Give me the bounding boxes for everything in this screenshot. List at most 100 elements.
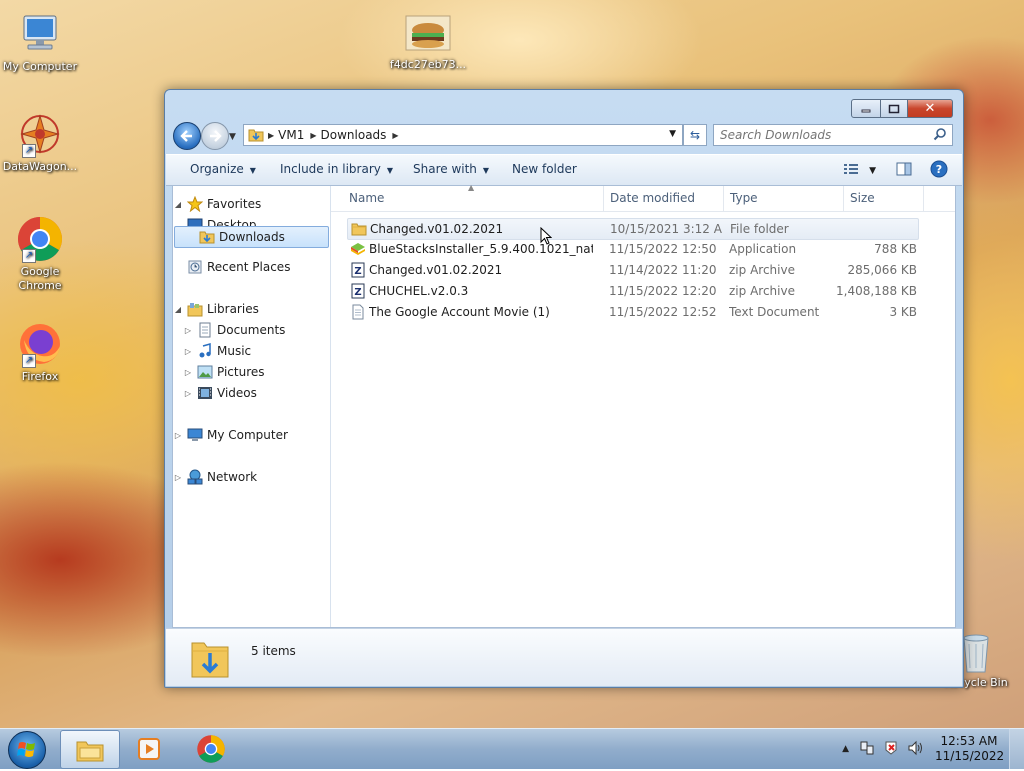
application-icon xyxy=(350,241,366,257)
file-row[interactable]: The Google Account Movie (1) 11/15/2022 … xyxy=(347,302,917,322)
column-headers: ▲ Name Date modified Type Size xyxy=(331,183,955,212)
nav-documents[interactable]: ▷ Documents xyxy=(183,320,285,340)
explorer-body: ◢ Favorites Desktop Downloads Recent Pla… xyxy=(172,183,956,628)
nav-pictures[interactable]: ▷ Pictures xyxy=(183,362,265,382)
breadcrumb-vm1[interactable]: VM1 xyxy=(274,128,310,142)
shortcut-arrow-icon: ↗ xyxy=(22,144,36,158)
downloads-folder-large-icon xyxy=(190,637,230,682)
search-input[interactable] xyxy=(714,127,932,143)
change-view-icon[interactable] xyxy=(843,163,859,178)
column-header-date-modified[interactable]: Date modified xyxy=(610,191,695,205)
navigation-pane[interactable]: ◢ Favorites Desktop Downloads Recent Pla… xyxy=(173,186,331,627)
view-options-chevron-icon[interactable]: ▼ xyxy=(869,166,876,176)
back-button[interactable] xyxy=(173,122,201,150)
desktop-icon-datawagon[interactable]: ↗ DataWagon... xyxy=(0,110,80,174)
chevron-down-icon: ▼ xyxy=(482,166,490,175)
column-divider[interactable] xyxy=(843,186,844,211)
taskbar-chrome-button[interactable] xyxy=(182,730,240,767)
file-row[interactable]: Changed.v01.02.2021 10/15/2021 3:12 AM F… xyxy=(347,218,919,240)
include-in-library-button[interactable]: Include in library ▼ xyxy=(280,162,393,176)
maximize-button[interactable] xyxy=(881,99,908,118)
nav-downloads[interactable]: Downloads xyxy=(174,226,329,248)
svg-text:?: ? xyxy=(936,163,942,176)
nav-music[interactable]: ▷ Music xyxy=(183,341,251,361)
search-box[interactable] xyxy=(713,124,953,146)
forward-arrow-icon xyxy=(210,130,222,142)
file-explorer-icon xyxy=(76,741,104,761)
column-header-size[interactable]: Size xyxy=(850,191,875,205)
file-row[interactable]: Z Changed.v01.02.2021 11/14/2022 11:20 .… xyxy=(347,260,917,280)
expand-triangle-icon[interactable]: ▷ xyxy=(173,473,183,482)
desktop-icon-google-chrome[interactable]: ↗ Google Chrome xyxy=(0,215,80,293)
desktop-icon-my-computer[interactable]: My Computer xyxy=(0,10,80,74)
nav-videos[interactable]: ▷ Videos xyxy=(183,383,257,403)
forward-button[interactable] xyxy=(201,122,229,150)
explorer-window[interactable]: ✕ ▼ ▶ VM1 ▶ Downloads ▶ ▼ ⇆ Search Downl… xyxy=(164,89,964,688)
nav-label: Documents xyxy=(217,323,286,337)
nav-recent-places[interactable]: Recent Places xyxy=(183,257,290,277)
volume-icon[interactable] xyxy=(907,740,925,759)
share-with-button[interactable]: Share with ▼ xyxy=(413,162,489,176)
breadcrumb-separator-icon[interactable]: ▶ xyxy=(392,131,398,140)
nav-label: Libraries xyxy=(207,302,259,316)
close-button[interactable]: ✕ xyxy=(908,99,953,118)
file-name: BlueStacksInstaller_5.9.400.1021_native_… xyxy=(369,242,593,256)
recent-locations-dropdown[interactable]: ▼ xyxy=(229,132,236,142)
breadcrumb-downloads[interactable]: Downloads xyxy=(317,128,393,142)
expand-triangle-icon[interactable]: ▷ xyxy=(183,347,193,356)
taskbar-explorer-button[interactable] xyxy=(60,730,120,769)
file-size: 3 KB xyxy=(889,305,917,319)
file-date: 11/15/2022 12:50 ... xyxy=(609,242,721,256)
file-name: Changed.v01.02.2021 xyxy=(370,222,504,236)
taskbar-media-player-button[interactable] xyxy=(120,730,178,767)
column-header-name[interactable]: Name xyxy=(349,191,384,205)
computer-icon xyxy=(187,427,203,443)
column-divider[interactable] xyxy=(603,186,604,211)
collapse-triangle-icon[interactable]: ◢ xyxy=(173,200,183,209)
view-controls: ▼ ? xyxy=(843,160,948,181)
item-count: 5 items xyxy=(251,644,296,658)
details-pane: 5 items xyxy=(166,628,962,686)
preview-pane-icon[interactable] xyxy=(896,162,912,179)
share-with-label: Share with xyxy=(413,162,477,176)
column-divider[interactable] xyxy=(923,186,924,211)
chevron-down-icon: ▼ xyxy=(249,166,256,175)
include-in-library-label: Include in library xyxy=(280,162,381,176)
file-row[interactable]: Z CHUCHEL.v2.0.3 11/15/2022 12:20 ... zi… xyxy=(347,281,917,301)
desktop-icon-firefox[interactable]: ↗ Firefox xyxy=(0,320,80,384)
help-icon[interactable]: ? xyxy=(930,160,948,181)
nav-favorites[interactable]: ◢ Favorites xyxy=(173,194,261,214)
close-icon: ✕ xyxy=(924,101,936,116)
documents-icon xyxy=(197,322,213,338)
expand-triangle-icon[interactable]: ▷ xyxy=(173,431,183,440)
expand-triangle-icon[interactable]: ▷ xyxy=(183,389,193,398)
new-folder-button[interactable]: New folder xyxy=(512,162,577,176)
minimize-button[interactable] xyxy=(851,99,881,118)
expand-triangle-icon[interactable]: ▷ xyxy=(183,326,193,335)
expand-triangle-icon[interactable]: ▷ xyxy=(183,368,193,377)
address-bar[interactable]: ▶ VM1 ▶ Downloads ▶ ▼ xyxy=(243,124,683,146)
column-divider[interactable] xyxy=(723,186,724,211)
desktop-icon-image-file[interactable]: f4dc27eb73... xyxy=(388,14,468,72)
file-row[interactable]: BlueStacksInstaller_5.9.400.1021_native_… xyxy=(347,239,917,259)
start-button[interactable] xyxy=(8,731,46,769)
collapse-triangle-icon[interactable]: ◢ xyxy=(173,305,183,314)
clock[interactable]: 12:53 AM 11/15/2022 xyxy=(935,734,1004,764)
nav-libraries[interactable]: ◢ Libraries xyxy=(173,299,259,319)
back-arrow-icon xyxy=(180,130,192,142)
show-desktop-button[interactable] xyxy=(1009,729,1024,769)
nav-my-computer[interactable]: ▷ My Computer xyxy=(173,425,288,445)
refresh-button[interactable]: ⇆ xyxy=(683,124,707,146)
organize-button[interactable]: Organize ▼ xyxy=(190,162,256,176)
nav-network[interactable]: ▷ Network xyxy=(173,467,257,487)
column-header-type[interactable]: Type xyxy=(730,191,758,205)
action-center-icon[interactable] xyxy=(883,740,899,759)
address-history-dropdown[interactable]: ▼ xyxy=(669,129,676,139)
search-icon[interactable] xyxy=(933,127,947,144)
show-hidden-icons-icon[interactable]: ▲ xyxy=(842,744,849,754)
file-name: The Google Account Movie (1) xyxy=(369,305,550,319)
network-status-icon[interactable] xyxy=(859,740,875,759)
file-list-pane[interactable]: ▲ Name Date modified Type Size Changed.v… xyxy=(331,183,955,627)
navigation-bar: ▼ ▶ VM1 ▶ Downloads ▶ ▼ ⇆ xyxy=(171,120,957,150)
mouse-cursor-icon xyxy=(540,227,552,245)
